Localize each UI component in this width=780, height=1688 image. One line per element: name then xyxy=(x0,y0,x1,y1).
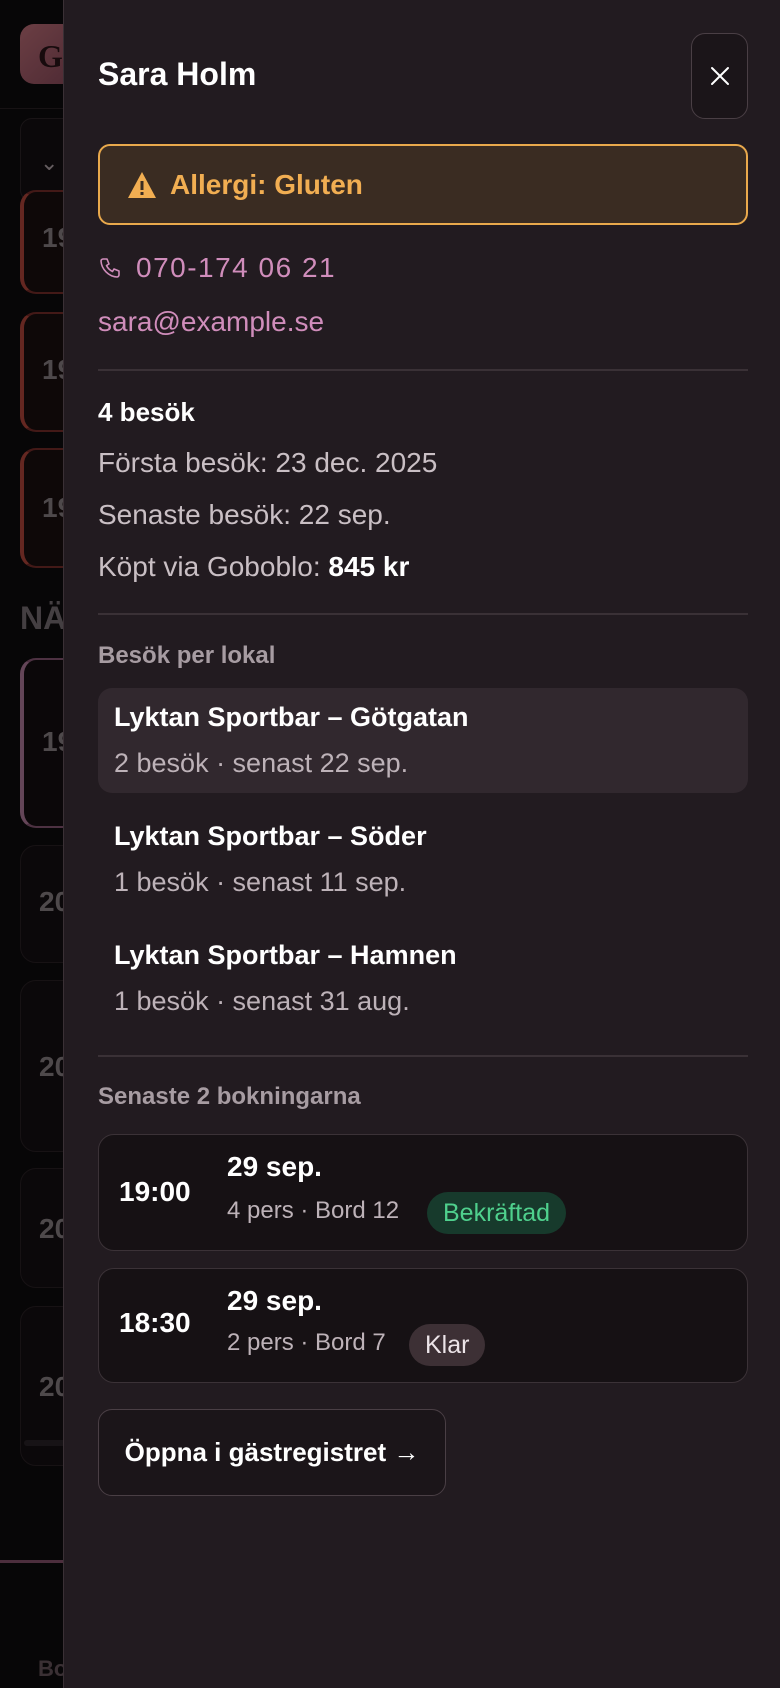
purchased-total: Köpt via Goboblo: 845 kr xyxy=(98,551,409,583)
booking-date: 29 sep. xyxy=(227,1151,322,1182)
venue-meta: 1 besök · senast 31 aug. xyxy=(114,986,410,1016)
booking-time: 18:30 xyxy=(119,1307,191,1338)
purchased-value: 845 kr xyxy=(328,551,410,582)
status-badge: Klar xyxy=(409,1324,486,1366)
venue-item[interactable]: Lyktan Sportbar – Götgatan 2 besök · sen… xyxy=(98,688,748,793)
booking-meta: 4 pers · Bord 12 xyxy=(227,1197,400,1224)
booking-card[interactable]: 18:30 29 sep. 2 pers · Bord 7 Klar xyxy=(98,1268,748,1383)
close-button[interactable] xyxy=(691,33,748,119)
venue-meta: 2 besök · senast 22 sep. xyxy=(114,748,409,778)
venue-name: Lyktan Sportbar – Hamnen xyxy=(114,940,457,970)
guest-drawer: Sara Holm Allergi: Gluten 070-174 06 21 … xyxy=(63,0,780,1688)
divider xyxy=(98,369,748,371)
booking-date: 29 sep. xyxy=(227,1285,322,1316)
guest-name: Sara Holm xyxy=(98,56,257,92)
phone-link[interactable]: 070-174 06 21 xyxy=(98,252,336,284)
booking-time: 19:00 xyxy=(119,1176,191,1207)
venue-item[interactable]: Lyktan Sportbar – Söder 1 besök · senast… xyxy=(98,807,748,912)
status-badge: Bekräftad xyxy=(427,1192,567,1234)
divider xyxy=(98,613,748,615)
purchased-label: Köpt via Goboblo: xyxy=(98,551,329,582)
venues-title: Besök per lokal xyxy=(98,642,276,669)
first-visit: Första besök: 23 dec. 2025 xyxy=(98,447,438,478)
venue-name: Lyktan Sportbar – Söder xyxy=(114,821,427,851)
close-icon xyxy=(710,67,729,85)
visit-count: 4 besök xyxy=(98,397,195,427)
phone-number: 070-174 06 21 xyxy=(136,252,337,283)
venue-item[interactable]: Lyktan Sportbar – Hamnen 1 besök · senas… xyxy=(98,926,748,1031)
booking-meta: 2 pers · Bord 7 xyxy=(227,1329,386,1356)
email-link[interactable]: sara@example.se xyxy=(98,306,324,338)
allergy-alert: Allergi: Gluten xyxy=(98,144,748,225)
venue-name: Lyktan Sportbar – Götgatan xyxy=(114,702,469,732)
phone-icon xyxy=(100,258,120,278)
open-guest-register-button[interactable]: Öppna i gästregistret → xyxy=(98,1409,446,1496)
warning-icon xyxy=(128,171,156,198)
last-visit: Senaste besök: 22 sep. xyxy=(98,499,391,530)
divider xyxy=(98,1055,748,1057)
bookings-title: Senaste 2 bokningarna xyxy=(98,1083,361,1110)
allergy-text: Allergi: Gluten xyxy=(170,168,363,200)
booking-card[interactable]: 19:00 29 sep. 4 pers · Bord 12 Bekräftad xyxy=(98,1134,748,1251)
venue-meta: 1 besök · senast 11 sep. xyxy=(114,867,407,897)
